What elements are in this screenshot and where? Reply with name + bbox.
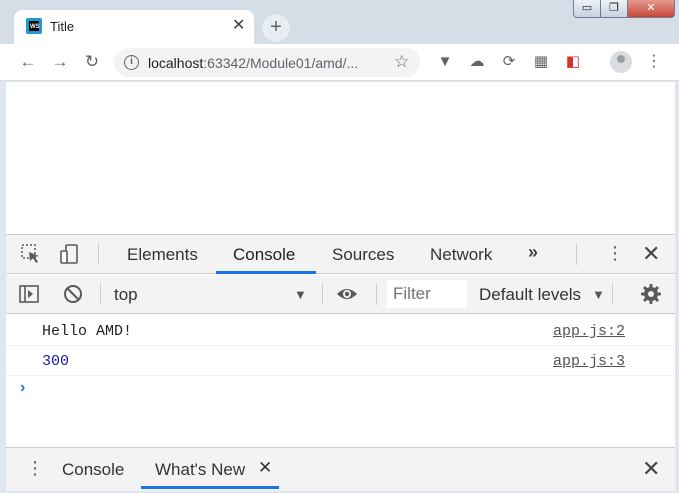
log-levels-select[interactable]: Default levels <box>479 285 581 305</box>
minimize-icon: ▭ <box>581 2 593 14</box>
divider <box>376 283 377 305</box>
window-maximize-button[interactable]: ❐ <box>600 0 628 18</box>
clear-console-icon[interactable] <box>62 283 84 305</box>
drawer-tab-whats-new[interactable]: What's New <box>155 460 245 480</box>
devtools-tab-bar: Elements Console Sources Network » ⋮ ✕ <box>6 235 675 274</box>
console-settings-gear-icon[interactable] <box>640 283 662 305</box>
levels-dropdown-arrow-icon[interactable]: ▼ <box>592 287 605 302</box>
sync-extension-icon[interactable]: ⟳ <box>500 53 518 71</box>
devtools-panel: Elements Console Sources Network » ⋮ ✕ t… <box>6 234 675 491</box>
url-host: localhost <box>148 55 204 71</box>
address-bar[interactable]: i localhost:63342/Module01/amd/... ☆ <box>114 48 420 77</box>
grid-extension-icon[interactable]: ▦ <box>532 53 550 71</box>
context-dropdown-arrow-icon[interactable]: ▼ <box>294 287 307 302</box>
cloud-extension-icon[interactable]: ☁ <box>468 53 486 71</box>
console-prompt-chevron-icon[interactable]: › <box>20 379 25 397</box>
drawer-menu-icon[interactable]: ⋮ <box>26 458 44 479</box>
console-message-text: 300 <box>42 353 70 370</box>
back-icon[interactable]: ← <box>18 52 38 72</box>
tab-sources[interactable]: Sources <box>332 245 394 265</box>
console-message-source-link[interactable]: app.js:3 <box>553 353 625 370</box>
browser-window: WS Title ✕ + ▭ ❐ ✕ ← → ↻ i localhost:633… <box>0 0 679 493</box>
divider <box>100 283 101 305</box>
divider <box>322 283 323 305</box>
tab-close-icon[interactable]: ✕ <box>232 16 245 36</box>
reload-icon[interactable]: ↻ <box>82 52 102 72</box>
divider <box>98 243 99 265</box>
close-icon: ✕ <box>646 2 656 14</box>
webstorm-favicon-icon: WS <box>26 18 42 34</box>
console-message-source-link[interactable]: app.js:2 <box>553 323 625 340</box>
browser-menu-icon[interactable]: ⋮ <box>646 51 662 73</box>
browser-toolbar: ← → ↻ i localhost:63342/Module01/amd/...… <box>0 44 679 81</box>
bookmark-star-icon[interactable]: ☆ <box>394 52 409 72</box>
window-close-button[interactable]: ✕ <box>627 0 675 18</box>
maximize-icon: ❐ <box>609 2 619 14</box>
svg-text:WS: WS <box>30 24 40 30</box>
browser-tab[interactable]: WS Title ✕ <box>14 10 254 44</box>
divider <box>612 283 613 305</box>
window-minimize-button[interactable]: ▭ <box>573 0 601 18</box>
filter-input[interactable] <box>387 280 467 308</box>
vue-extension-icon[interactable]: ▼ <box>436 53 454 71</box>
sidebar-toggle-icon[interactable] <box>18 283 40 305</box>
url-text: localhost:63342/Module01/amd/... <box>148 55 358 71</box>
flag-extension-icon[interactable]: ◧ <box>564 53 582 71</box>
devtools-drawer: ⋮ Console What's New ✕ ✕ <box>6 447 675 491</box>
tab-network[interactable]: Network <box>430 245 492 265</box>
console-toolbar: top ▼ Default levels ▼ <box>6 275 675 314</box>
forward-icon[interactable]: → <box>50 52 70 72</box>
context-select[interactable]: top <box>114 285 138 305</box>
device-toolbar-icon[interactable] <box>58 243 80 265</box>
live-expression-eye-icon[interactable] <box>336 283 358 305</box>
url-path: :63342/Module01/amd/... <box>203 55 359 71</box>
devtools-menu-icon[interactable]: ⋮ <box>606 243 624 264</box>
drawer-close-icon[interactable]: ✕ <box>642 456 660 482</box>
tab-console[interactable]: Console <box>233 245 295 265</box>
console-message: 300 app.js:3 <box>6 347 675 376</box>
tab-title: Title <box>50 19 75 34</box>
page-content <box>6 82 675 234</box>
tab-strip: WS Title ✕ + ▭ ❐ ✕ <box>0 0 679 44</box>
console-message: Hello AMD! app.js:2 <box>6 317 675 346</box>
inspect-element-icon[interactable] <box>20 243 42 265</box>
divider <box>576 243 577 265</box>
new-tab-button[interactable]: + <box>262 14 290 42</box>
drawer-tab-console[interactable]: Console <box>62 460 124 480</box>
tab-elements[interactable]: Elements <box>127 245 198 265</box>
info-icon[interactable]: i <box>124 55 139 70</box>
drawer-tab-close-icon[interactable]: ✕ <box>258 458 272 478</box>
more-tabs-icon[interactable]: » <box>528 242 538 263</box>
drawer-active-tab-indicator <box>141 486 279 489</box>
devtools-close-icon[interactable]: ✕ <box>642 241 660 267</box>
active-tab-indicator <box>216 271 316 274</box>
console-message-text: Hello AMD! <box>42 323 133 340</box>
profile-avatar[interactable] <box>610 51 632 73</box>
